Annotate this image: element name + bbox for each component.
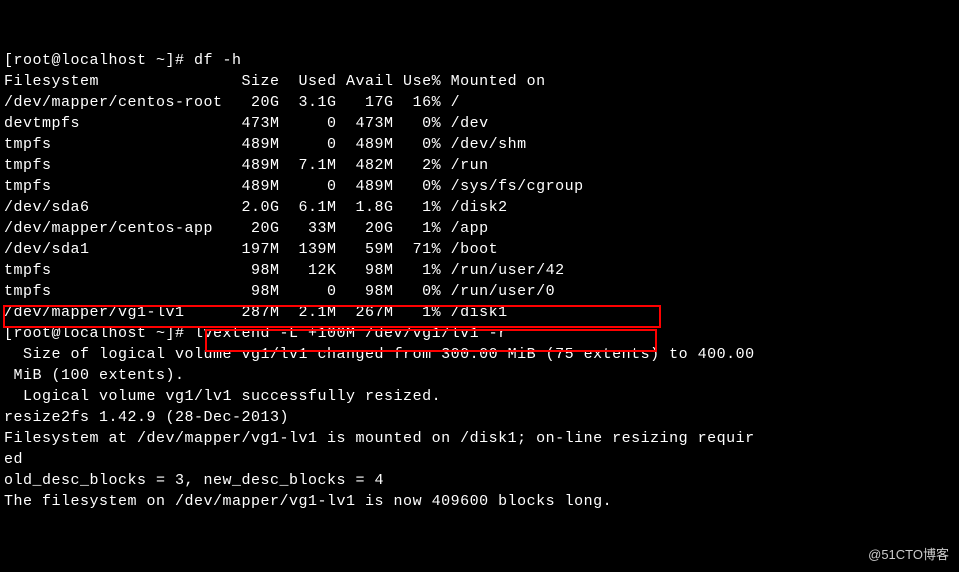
df-row: devtmpfs 473M 0 473M 0% /dev <box>4 115 489 132</box>
df-row: /dev/mapper/centos-app 20G 33M 20G 1% /a… <box>4 220 489 237</box>
output-line: Filesystem at /dev/mapper/vg1-lv1 is mou… <box>4 430 755 447</box>
output-line: Logical volume vg1/lv1 successfully resi… <box>4 388 441 405</box>
df-header: Filesystem Size Used Avail Use% Mounted … <box>4 73 546 90</box>
df-row: tmpfs 98M 0 98M 0% /run/user/0 <box>4 283 555 300</box>
output-line: resize2fs 1.42.9 (28-Dec-2013) <box>4 409 289 426</box>
output-line: Size of logical volume vg1/lv1 changed f… <box>4 346 755 363</box>
output-line: ed <box>4 451 23 468</box>
df-row: tmpfs 98M 12K 98M 1% /run/user/42 <box>4 262 565 279</box>
shell-prompt: [root@localhost ~]# <box>4 325 194 342</box>
output-line: The filesystem on /dev/mapper/vg1-lv1 is… <box>4 493 612 510</box>
df-row: /dev/mapper/centos-root 20G 3.1G 17G 16%… <box>4 94 460 111</box>
command-df: df -h <box>194 52 242 69</box>
shell-prompt: [root@localhost ~]# <box>4 52 194 69</box>
command-lvextend: lvextend -L +100M /dev/vg1/lv1 -r <box>194 325 508 342</box>
output-line: MiB (100 extents). <box>4 367 185 384</box>
df-row: tmpfs 489M 0 489M 0% /dev/shm <box>4 136 527 153</box>
df-row: /dev/sda1 197M 139M 59M 71% /boot <box>4 241 498 258</box>
output-line: old_desc_blocks = 3, new_desc_blocks = 4 <box>4 472 384 489</box>
df-row: tmpfs 489M 0 489M 0% /sys/fs/cgroup <box>4 178 584 195</box>
df-row-highlighted: /dev/mapper/vg1-lv1 287M 2.1M 267M 1% /d… <box>4 304 508 321</box>
df-row: /dev/sda6 2.0G 6.1M 1.8G 1% /disk2 <box>4 199 508 216</box>
df-row: tmpfs 489M 7.1M 482M 2% /run <box>4 157 489 174</box>
watermark: @51CTO博客 <box>868 546 949 564</box>
